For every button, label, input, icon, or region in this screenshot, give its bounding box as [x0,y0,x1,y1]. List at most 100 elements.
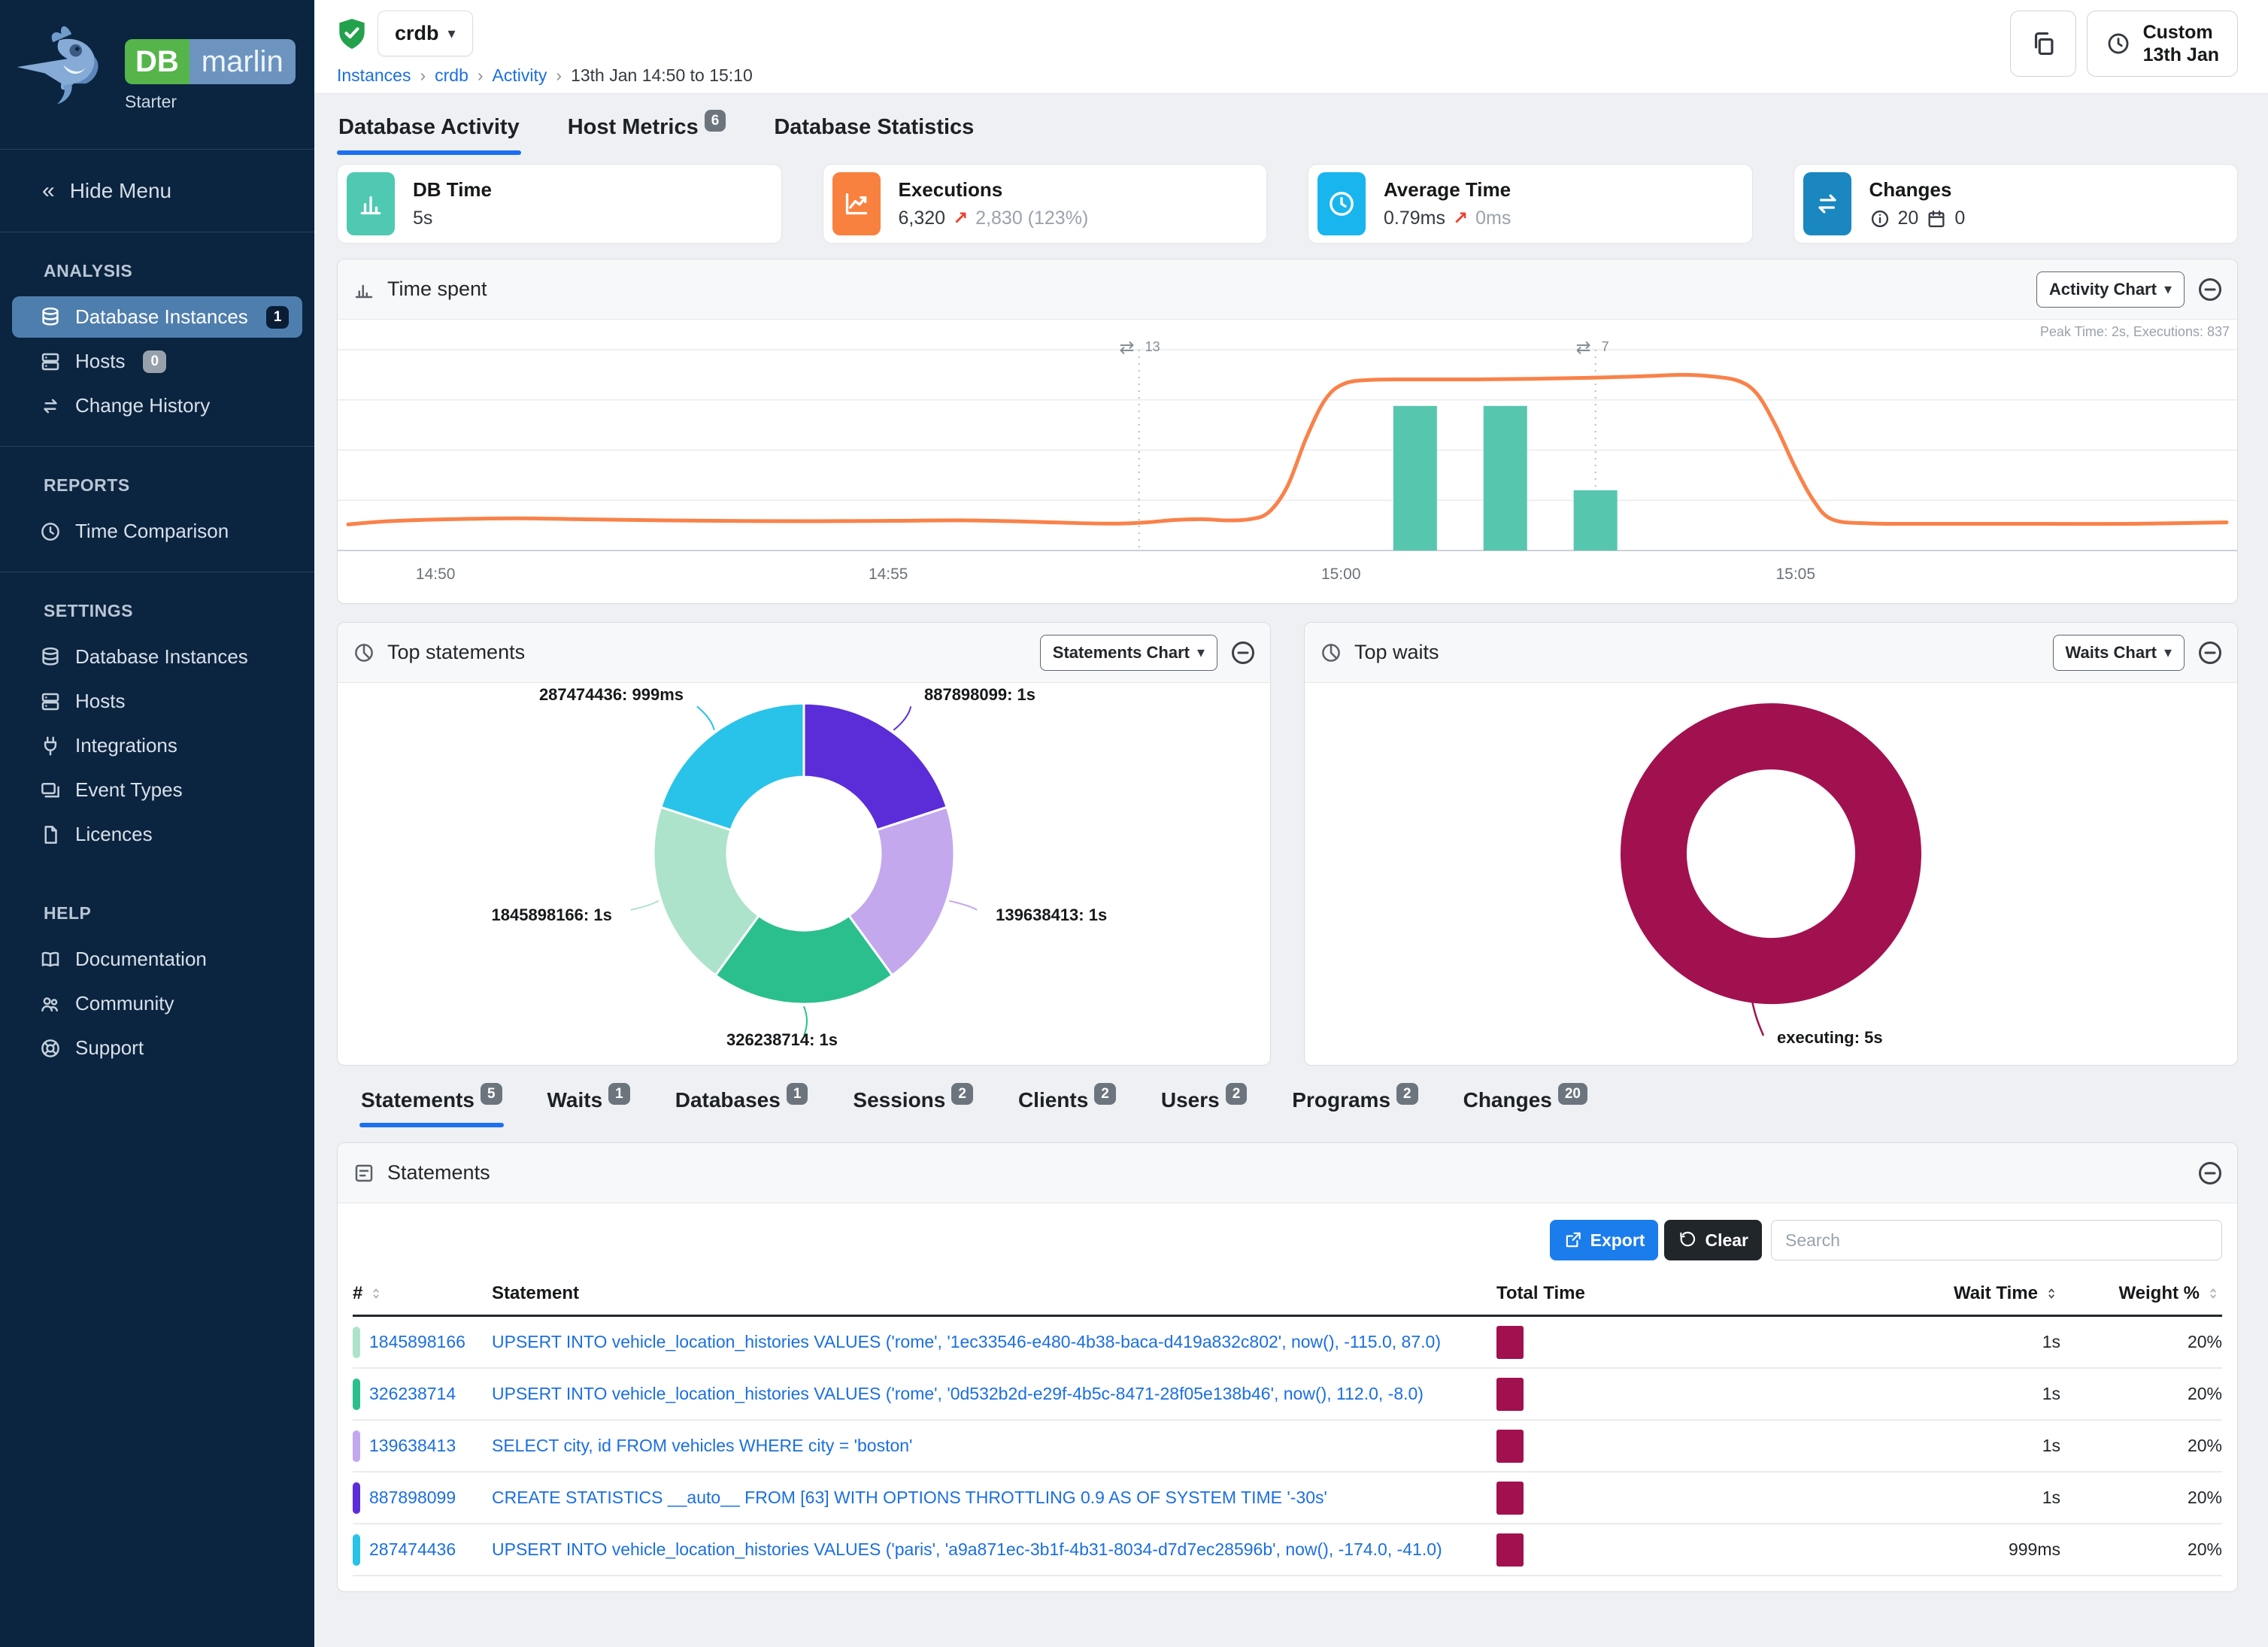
exchange-icon [1803,172,1851,235]
weight-value: 20% [2060,1332,2222,1352]
brand-marlin: marlin [190,39,296,84]
card-delta: 0ms [1475,208,1511,229]
wait-time-value: 1s [1745,1384,2060,1404]
sidebar-item-database-instances[interactable]: Database Instances [12,636,302,678]
sidebar-item-hosts[interactable]: Hosts [12,681,302,722]
statements-chart-selector[interactable]: Statements Chart ▾ [1040,635,1217,671]
tab-badge: 1 [787,1083,808,1105]
tab-host-metrics[interactable]: Host Metrics6 [566,112,728,155]
sidebar-item-hosts[interactable]: Hosts0 [12,341,302,382]
sidebar-item-change-history[interactable]: Change History [12,385,302,426]
column-header-wait-time[interactable]: Wait Time [1745,1283,2060,1304]
clock-icon [1317,172,1366,235]
card-calendar-value: 0 [1954,208,1965,229]
bars-icon [347,172,395,235]
brand-logo[interactable]: DBmarlin Starter [0,0,314,150]
sidebar-nav: ANALYSISDatabase Instances1Hosts0Change … [0,232,314,1088]
statement-id-link[interactable]: 287474436 [369,1539,456,1560]
tab-database-statistics[interactable]: Database Statistics [772,112,975,155]
sidebar-item-community[interactable]: Community [12,983,302,1024]
card-title: Executions [899,178,1089,202]
waits-chart-selector[interactable]: Waits Chart ▾ [2053,635,2185,671]
statements-title: Statements [353,1161,490,1184]
shield-check-icon [337,17,367,50]
sidebar-item-event-types[interactable]: Event Types [12,769,302,811]
sidebar-item-support[interactable]: Support [12,1027,302,1069]
database-icon [39,646,62,669]
statement-id-link[interactable]: 887898099 [369,1488,456,1508]
detail-tab-clients[interactable]: Clients2 [1017,1085,1117,1127]
statement-sql-link[interactable]: UPSERT INTO vehicle_location_histories V… [492,1332,1441,1351]
breadcrumb-link-crdb[interactable]: crdb [435,65,468,86]
card-executions: Executions6,320↗2,830 (123%) [823,164,1268,244]
ring-icon [39,1037,62,1060]
clock-icon [39,520,62,543]
collapse-panel-icon[interactable] [2197,639,2224,666]
sidebar-item-label: Licences [75,823,153,846]
column-header-weight[interactable]: Weight % [2060,1283,2222,1304]
clear-button[interactable]: Clear [1664,1220,1762,1260]
statement-sql-link[interactable]: UPSERT INTO vehicle_location_histories V… [492,1384,1424,1403]
sidebar-item-label: Database Instances [75,645,248,669]
statement-id-link[interactable]: 1845898166 [369,1332,465,1352]
collapse-panel-icon[interactable] [2197,1160,2224,1187]
column-header-[interactable]: # [353,1283,492,1304]
tab-badge: 1 [608,1083,630,1105]
copy-link-button[interactable] [2010,11,2076,77]
sidebar-section-title: HELP [0,897,314,936]
card-average-time: Average Time0.79ms↗0ms [1308,164,1753,244]
collapse-panel-icon[interactable] [1230,639,1257,666]
card-value: 5s [413,208,432,229]
sidebar-item-database-instances[interactable]: Database Instances1 [12,296,302,338]
sidebar-item-badge: 1 [266,306,290,329]
tab-database-activity[interactable]: Database Activity [337,112,521,155]
pie-chart-icon [353,642,375,664]
statement-sql-link[interactable]: SELECT city, id FROM vehicles WHERE city… [492,1436,912,1455]
exchange-icon [39,395,62,417]
donut-panels-row: Top statements Statements Chart ▾ 887898… [337,604,2238,1066]
sidebar-item-integrations[interactable]: Integrations [12,725,302,766]
topbar: crdb ▾ Instances›crdb›Activity›13th Jan … [314,0,2268,94]
brand-db: DB [125,39,190,84]
detail-tab-databases[interactable]: Databases1 [674,1085,810,1127]
detail-tab-users[interactable]: Users2 [1160,1085,1248,1127]
detail-tab-waits[interactable]: Waits1 [546,1085,632,1127]
card-value: 6,320 [899,208,946,229]
total-time-bar [1496,1326,1524,1359]
tab-badge: 2 [1396,1083,1418,1105]
statement-sql-link[interactable]: CREATE STATISTICS __auto__ FROM [63] WIT… [492,1488,1327,1507]
statements-donut-chart[interactable]: 887898099: 1s139638413: 1s326238714: 1s1… [338,683,1270,1065]
waits-donut-chart[interactable]: executing: 5s [1305,683,2237,1065]
detail-tab-programs[interactable]: Programs2 [1290,1085,1419,1127]
breadcrumb-link-instances[interactable]: Instances [337,65,411,86]
detail-tab-statements[interactable]: Statements5 [359,1085,504,1127]
tab-badge: 20 [1558,1083,1587,1105]
export-button[interactable]: Export [1550,1220,1659,1260]
statement-sql-link[interactable]: UPSERT INTO vehicle_location_histories V… [492,1539,1442,1559]
breadcrumb-link-activity[interactable]: Activity [493,65,547,86]
hide-menu-button[interactable]: « Hide Menu [0,150,314,232]
statement-color-chip [353,1430,360,1462]
instance-selector[interactable]: crdb ▾ [377,11,473,56]
statement-row: 887898099 CREATE STATISTICS __auto__ FROM… [353,1473,2222,1524]
pie-chart-icon [1320,642,1342,664]
sidebar-item-time-comparison[interactable]: Time Comparison [12,511,302,552]
sidebar-item-licences[interactable]: Licences [12,814,302,855]
collapse-panel-icon[interactable] [2197,276,2224,303]
column-header-total-time: Total Time [1496,1283,1745,1304]
sidebar-item-label: Integrations [75,734,177,757]
detail-tab-changes[interactable]: Changes20 [1462,1085,1589,1127]
card-changes: Changes200 [1793,164,2239,244]
sort-icon [2044,1285,2060,1302]
search-input[interactable] [1771,1220,2222,1260]
statement-id-link[interactable]: 139638413 [369,1436,456,1456]
detail-tab-sessions[interactable]: Sessions2 [851,1085,975,1127]
sidebar-item-documentation[interactable]: Documentation [12,939,302,980]
top-statements-title: Top statements [353,641,525,664]
statement-id-link[interactable]: 326238714 [369,1384,456,1404]
marlin-fish-icon [14,20,117,108]
activity-chart-selector[interactable]: Activity Chart ▾ [2036,271,2185,308]
activity-chart[interactable]: Peak Time: 2s, Executions: 837⇄13⇄714:50… [338,320,2237,603]
time-range-button[interactable]: Custom 13th Jan [2087,11,2238,77]
chevron-down-icon: ▾ [2164,643,2172,662]
